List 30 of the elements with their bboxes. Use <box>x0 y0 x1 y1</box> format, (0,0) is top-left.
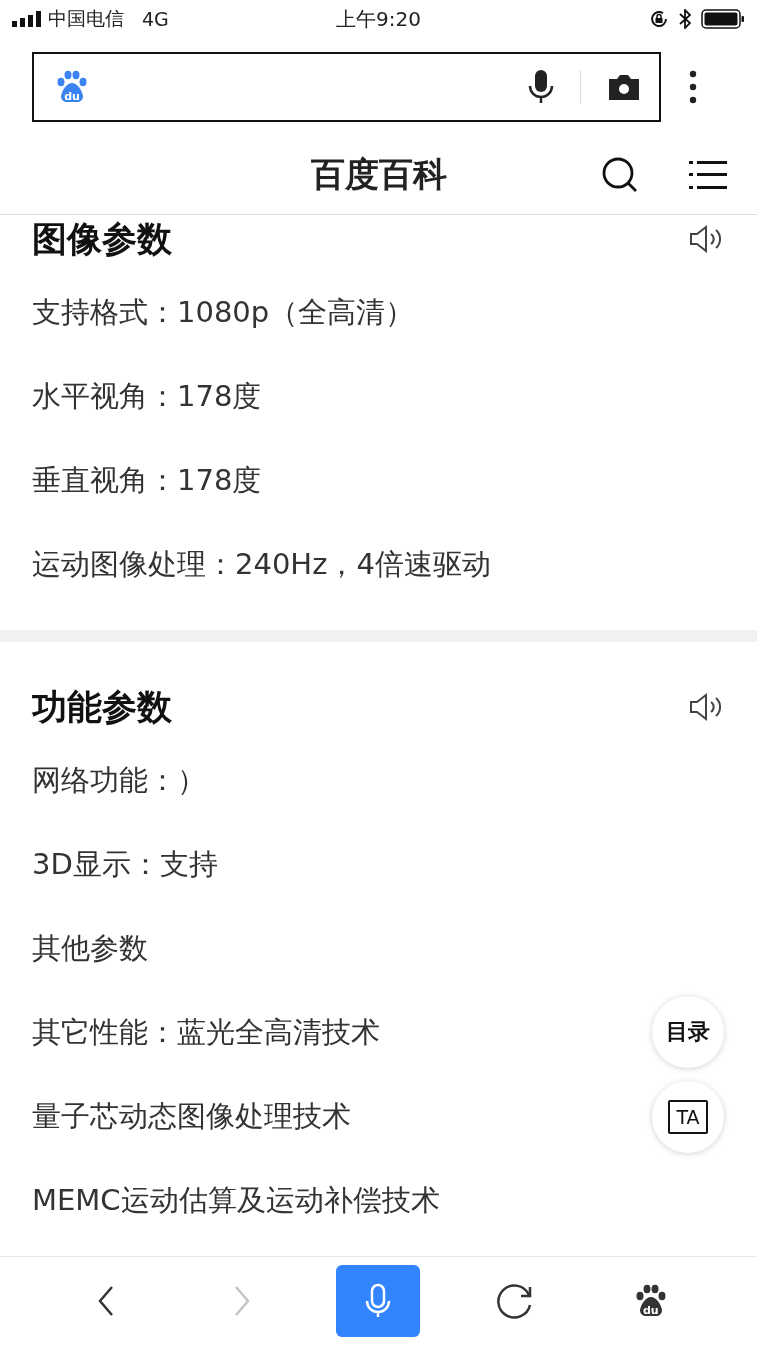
parameter-text: 其它性能：蓝光全高清技术 <box>32 1014 380 1051</box>
parameter-text: 3D显示：支持 <box>32 846 218 883</box>
parameter-text: 量子芯动态图像处理技术 <box>32 1098 351 1135</box>
parameter-text: 支持格式：1080p（全高清） <box>32 294 415 331</box>
page-title: 百度百科 <box>310 153 447 194</box>
address-bar[interactable]: du <box>32 51 661 122</box>
network-type: 4G <box>142 8 169 30</box>
bluetooth-icon <box>679 9 691 29</box>
more-icon[interactable] <box>689 69 697 104</box>
battery-icon <box>701 9 745 29</box>
parameter-text: 运动图像处理：240Hz，4倍速驱动 <box>32 546 491 583</box>
search-icon[interactable] <box>601 155 639 194</box>
parameter-text: 其他参数 <box>32 930 148 967</box>
parameter-text: 网络功能：） <box>32 762 206 799</box>
microphone-icon[interactable] <box>528 68 554 105</box>
rotation-lock-icon <box>649 9 669 29</box>
menu-icon[interactable] <box>689 158 727 191</box>
status-time: 上午9:20 <box>336 6 421 31</box>
voice-button[interactable] <box>336 1265 421 1337</box>
carrier-name: 中国电信 <box>48 6 124 31</box>
parameter-text: MEMC运动估算及运动补偿技术 <box>32 1182 440 1219</box>
parameter-text: 水平视角：178度 <box>32 378 262 415</box>
ta-button[interactable]: TA <box>652 1081 724 1153</box>
section-title: 功能参数 <box>32 685 172 729</box>
section-title: 图像参数 <box>32 217 172 261</box>
baidu-paw-logo[interactable]: du <box>632 1283 669 1319</box>
signal-icon <box>12 11 42 27</box>
contents-button[interactable]: 目录 <box>652 996 724 1068</box>
parameter-text: 垂直视角：178度 <box>32 462 262 499</box>
baidu-paw-logo[interactable]: du <box>54 68 90 105</box>
